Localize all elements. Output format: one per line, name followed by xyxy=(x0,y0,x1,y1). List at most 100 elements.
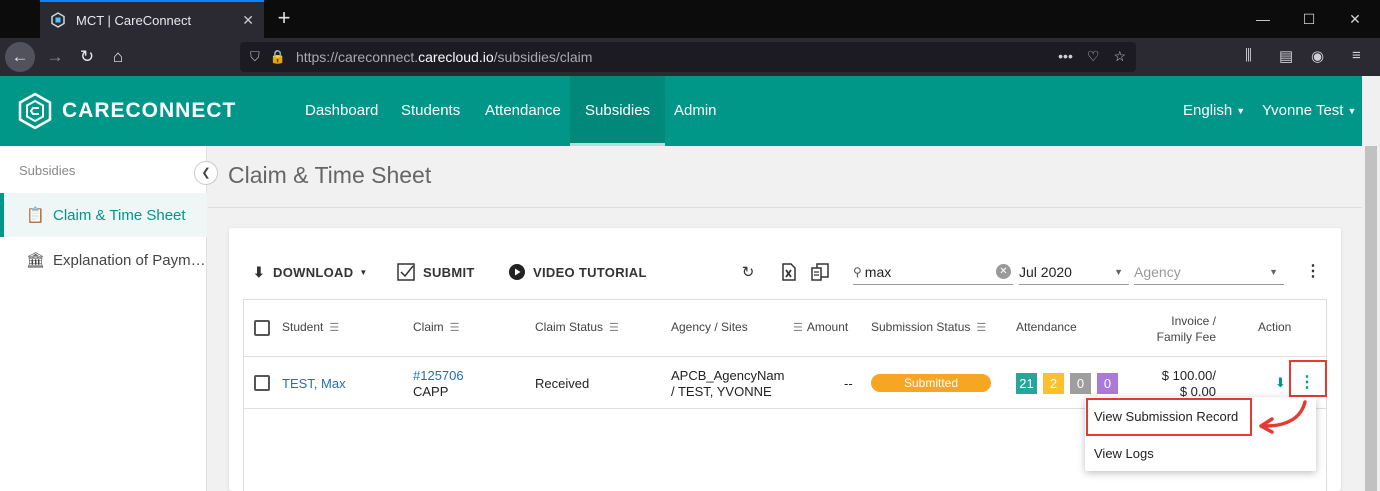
video-tutorial-button[interactable]: VIDEO TUTORIAL xyxy=(509,262,647,282)
shield-icon[interactable]: ⛉ xyxy=(250,49,260,65)
header-invoice-family-fee: Invoice / Family Fee xyxy=(1156,314,1216,344)
submit-icon xyxy=(397,263,415,281)
month-value: Jul 2020 xyxy=(1019,263,1072,280)
bookmark-star-icon[interactable]: ☆ xyxy=(1113,48,1126,65)
student-link[interactable]: TEST, Max xyxy=(282,376,346,392)
hamburger-menu-icon[interactable]: ≡ xyxy=(1352,47,1361,64)
header-amount[interactable]: ☰ Amount xyxy=(793,320,848,334)
sidebar-item-claim-time-sheet[interactable]: 📋 Claim & Time Sheet xyxy=(0,193,207,237)
header-attendance: Attendance xyxy=(1016,320,1077,334)
row-actions-menu-icon[interactable]: ⋮ xyxy=(1299,372,1315,392)
header-student[interactable]: Student ☰ xyxy=(282,320,339,334)
nav-admin[interactable]: Admin xyxy=(674,76,717,146)
claim-cell: #125706 CAPP xyxy=(413,368,464,400)
sidebar-toggle-icon[interactable]: ▤ xyxy=(1279,47,1293,65)
download-icon: ⬇ xyxy=(253,263,266,280)
window-close-icon[interactable]: ✕ xyxy=(1332,0,1378,38)
pocket-icon[interactable]: ♡ xyxy=(1087,48,1100,65)
sidebar-item-explanation-of-payment[interactable]: 🏛 Explanation of Paym… xyxy=(0,238,207,282)
filter-icon[interactable]: ☰ xyxy=(609,322,619,334)
header-claim-status[interactable]: Claim Status ☰ xyxy=(535,320,619,334)
more-options-icon[interactable]: ⋮ xyxy=(1305,261,1321,281)
copy-document-icon[interactable] xyxy=(810,262,830,282)
back-icon[interactable]: ← xyxy=(5,42,35,72)
agency-placeholder: Agency xyxy=(1134,263,1181,280)
agency-sites-cell: APCB_AgencyNam / TEST, YVONNE xyxy=(671,368,785,399)
tab-close-icon[interactable]: ✕ xyxy=(242,12,254,29)
tab-title: MCT | CareConnect xyxy=(76,12,192,28)
sidebar-heading: Subsidies xyxy=(19,163,76,178)
claim-type: CAPP xyxy=(413,384,449,399)
search-value: max xyxy=(864,263,892,280)
select-all-checkbox[interactable] xyxy=(254,320,270,336)
amount-value: -- xyxy=(844,376,853,391)
home-icon[interactable]: ⌂ xyxy=(103,42,133,72)
clear-search-icon[interactable]: ✕ xyxy=(996,264,1011,279)
claim-id-link[interactable]: #125706 xyxy=(413,368,464,384)
page-scrollbar[interactable] xyxy=(1362,76,1380,491)
filter-icon[interactable]: ☰ xyxy=(976,322,986,334)
maximize-icon[interactable]: ☐ xyxy=(1286,0,1332,38)
header-agency-sites[interactable]: Agency / Sites xyxy=(671,320,748,334)
annotation-arrow-icon xyxy=(1259,400,1307,434)
brand-name[interactable]: CARECONNECT xyxy=(62,99,236,123)
clipboard-icon: 📋 xyxy=(26,207,45,224)
sidebar-item-label: Claim & Time Sheet xyxy=(53,206,186,224)
attendance-badge-late: 2 xyxy=(1043,373,1064,394)
nav-students[interactable]: Students xyxy=(401,76,460,146)
minimize-icon[interactable]: — xyxy=(1240,0,1286,38)
submit-label: SUBMIT xyxy=(423,264,475,280)
divider xyxy=(244,356,1326,357)
account-icon[interactable]: ◉ xyxy=(1311,47,1324,65)
play-circle-icon xyxy=(509,264,525,280)
header-claim[interactable]: Claim ☰ xyxy=(413,320,460,334)
filter-icon[interactable]: ☰ xyxy=(329,322,339,334)
browser-tab[interactable]: MCT | CareConnect ✕ xyxy=(40,0,264,38)
language-selector[interactable]: English ▼ xyxy=(1183,76,1245,146)
nav-subsidies[interactable]: Subsidies xyxy=(570,76,666,146)
download-row-icon[interactable]: ⬇ xyxy=(1275,375,1286,391)
nav-attendance[interactable]: Attendance xyxy=(485,76,561,146)
url-bar[interactable]: ⛉ 🔒 https://careconnect.carecloud.io/sub… xyxy=(240,42,1136,72)
page-title: Claim & Time Sheet xyxy=(228,162,432,188)
agency-select[interactable]: Agency ▼ xyxy=(1134,259,1284,285)
user-menu[interactable]: Yvonne Test ▼ xyxy=(1262,76,1356,146)
language-label: English xyxy=(1183,102,1233,119)
careconnect-logo-icon xyxy=(18,92,52,130)
month-select[interactable]: Jul 2020 ▼ xyxy=(1019,259,1129,285)
sidebar-collapse-button[interactable]: ❮ xyxy=(194,161,218,185)
submission-status-badge: Submitted xyxy=(871,374,991,392)
app-header: CARECONNECT Dashboard Students Attendanc… xyxy=(0,76,1362,146)
filter-icon[interactable]: ☰ xyxy=(450,322,460,334)
header-action: Action xyxy=(1258,320,1292,334)
divider xyxy=(208,207,1362,208)
row-checkbox[interactable] xyxy=(254,375,270,391)
caret-down-icon: ▼ xyxy=(1114,267,1123,277)
library-icon[interactable]: ⫼ xyxy=(1245,47,1252,64)
highlight-box-submission-record xyxy=(1086,398,1252,436)
forward-icon[interactable]: → xyxy=(40,42,70,72)
claim-status: Received xyxy=(535,376,590,391)
reload-icon[interactable]: ↻ xyxy=(72,42,102,72)
header-submission-status[interactable]: Submission Status ☰ xyxy=(871,320,986,334)
download-button[interactable]: ⬇ DOWNLOAD ▼ xyxy=(253,262,368,282)
url-text[interactable]: https://careconnect.carecloud.io/subsidi… xyxy=(296,49,593,65)
filter-icon[interactable]: ☰ xyxy=(793,322,803,334)
sidebar: Subsidies 📋 Claim & Time Sheet 🏛 Explana… xyxy=(0,146,207,491)
submit-button[interactable]: SUBMIT xyxy=(397,262,475,282)
new-tab-icon[interactable]: + xyxy=(272,6,296,30)
video-tutorial-label: VIDEO TUTORIAL xyxy=(533,264,647,280)
sidebar-item-label: Explanation of Paym… xyxy=(53,251,206,269)
scrollbar-thumb[interactable] xyxy=(1365,146,1377,491)
invoice-family-fee-cell: $ 100.00/ $ 0.00 xyxy=(1161,368,1216,399)
refresh-icon[interactable]: ↻ xyxy=(738,263,758,283)
attendance-badge-excused: 0 xyxy=(1097,373,1118,394)
caret-down-icon: ▼ xyxy=(1269,267,1278,277)
excel-export-icon[interactable] xyxy=(778,262,798,282)
menu-item-view-logs[interactable]: View Logs xyxy=(1094,446,1154,461)
attendance-badge-present: 21 xyxy=(1016,373,1037,394)
caret-down-icon: ▼ xyxy=(1236,106,1246,117)
page-actions-icon[interactable]: ••• xyxy=(1058,48,1073,65)
nav-dashboard[interactable]: Dashboard xyxy=(305,76,378,146)
search-input[interactable]: ⚲ max ✕ xyxy=(853,259,1013,285)
